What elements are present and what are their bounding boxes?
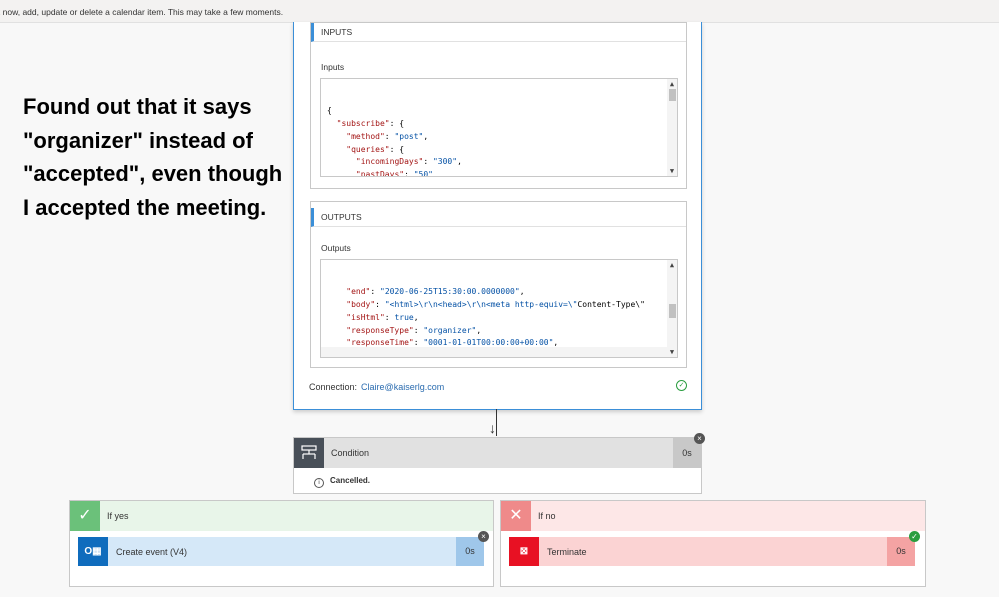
code-line: "incomingDays": "300",	[355, 157, 462, 167]
code-line: "pastDays": "50"	[355, 170, 433, 177]
terminate-duration: 0s	[887, 537, 915, 566]
connection-link[interactable]: Claire@kaiserlg.com	[361, 382, 444, 392]
code-line: "queries": {	[346, 144, 405, 154]
terminate-icon: ⊠	[509, 537, 539, 566]
terminate-action[interactable]: ⊠ Terminate 0s	[509, 537, 915, 566]
action-details-card: INPUTS Inputs { "subscribe": { "method":…	[293, 22, 702, 410]
condition-icon	[294, 438, 324, 468]
if-yes-title: If yes	[107, 511, 129, 521]
code-line: "body": "<html>\r\n<head>\r\n<meta http-…	[346, 299, 645, 309]
outputs-header[interactable]: OUTPUTS	[311, 208, 686, 227]
inputs-code-lines: { "subscribe": { "method": "post", "quer…	[321, 105, 677, 177]
inputs-section: INPUTS Inputs { "subscribe": { "method":…	[310, 22, 687, 189]
success-check-icon: ✓	[676, 380, 687, 391]
code-line: {	[327, 105, 332, 115]
code-line: "isHtml": true,	[346, 312, 419, 322]
connection-label: Connection:	[309, 382, 358, 392]
close-icon: ✕	[501, 501, 531, 531]
status-banner-text: k now, add, update or delete a calendar …	[0, 7, 284, 17]
scroll-down-icon[interactable]: ▼	[667, 347, 677, 357]
create-event-action[interactable]: O▦ Create event (V4) 0s	[78, 537, 484, 566]
code-line: "method": "post",	[346, 131, 429, 141]
inputs-header[interactable]: INPUTS	[311, 23, 686, 42]
create-event-title: Create event (V4)	[116, 547, 188, 557]
info-icon: i	[314, 478, 324, 488]
if-yes-header[interactable]: ✓ If yes	[70, 501, 493, 531]
scroll-up-icon[interactable]: ▲	[667, 79, 677, 89]
condition-card[interactable]: Condition 0s i Cancelled.	[293, 437, 702, 494]
outputs-section: OUTPUTS Outputs "end": "2020-06-25T15:30…	[310, 201, 687, 368]
cancelled-badge-icon: ×	[694, 433, 705, 444]
outputs-horizontal-scrollbar[interactable]	[321, 347, 667, 357]
annotation-text: Found out that it says "organizer" inste…	[23, 94, 283, 220]
code-line: "end": "2020-06-25T15:30:00.0000000",	[346, 286, 525, 296]
condition-title: Condition	[331, 448, 370, 458]
flow-connector	[496, 409, 497, 436]
condition-status-text: Cancelled.	[330, 476, 371, 485]
connection-row: Connection: Claire@kaiserlg.com	[309, 382, 444, 392]
checkmark-icon: ✓	[70, 501, 100, 531]
terminate-title: Terminate	[547, 547, 587, 557]
arrow-down-icon: ↓	[489, 420, 496, 436]
inputs-code-box[interactable]: { "subscribe": { "method": "post", "quer…	[320, 78, 678, 177]
if-no-header[interactable]: ✕ If no	[501, 501, 925, 531]
if-no-title: If no	[538, 511, 556, 521]
outputs-label: Outputs	[321, 243, 351, 253]
inputs-scrollbar[interactable]: ▲ ▼	[667, 79, 677, 176]
outputs-scrollbar[interactable]: ▲ ▼	[667, 260, 677, 357]
code-line: "subscribe": {	[336, 118, 405, 128]
if-yes-branch: ✓ If yes O▦ Create event (V4) 0s	[69, 500, 494, 587]
if-no-branch: ✕ If no ⊠ Terminate 0s	[500, 500, 926, 587]
success-badge-icon: ✓	[909, 531, 920, 542]
create-event-duration: 0s	[456, 537, 484, 566]
outputs-code-box[interactable]: "end": "2020-06-25T15:30:00.0000000", "b…	[320, 259, 678, 358]
scroll-down-icon[interactable]: ▼	[667, 166, 677, 176]
scroll-thumb[interactable]	[669, 89, 676, 101]
condition-status: i Cancelled.	[314, 476, 370, 488]
scroll-thumb[interactable]	[669, 304, 676, 318]
scroll-up-icon[interactable]: ▲	[667, 260, 677, 270]
cancelled-badge-icon: ×	[478, 531, 489, 542]
code-line: "responseType": "organizer",	[346, 325, 482, 335]
outlook-icon: O▦	[78, 537, 108, 566]
condition-header[interactable]: Condition 0s	[294, 438, 701, 468]
status-banner: k now, add, update or delete a calendar …	[0, 0, 999, 23]
inputs-label: Inputs	[321, 62, 345, 72]
